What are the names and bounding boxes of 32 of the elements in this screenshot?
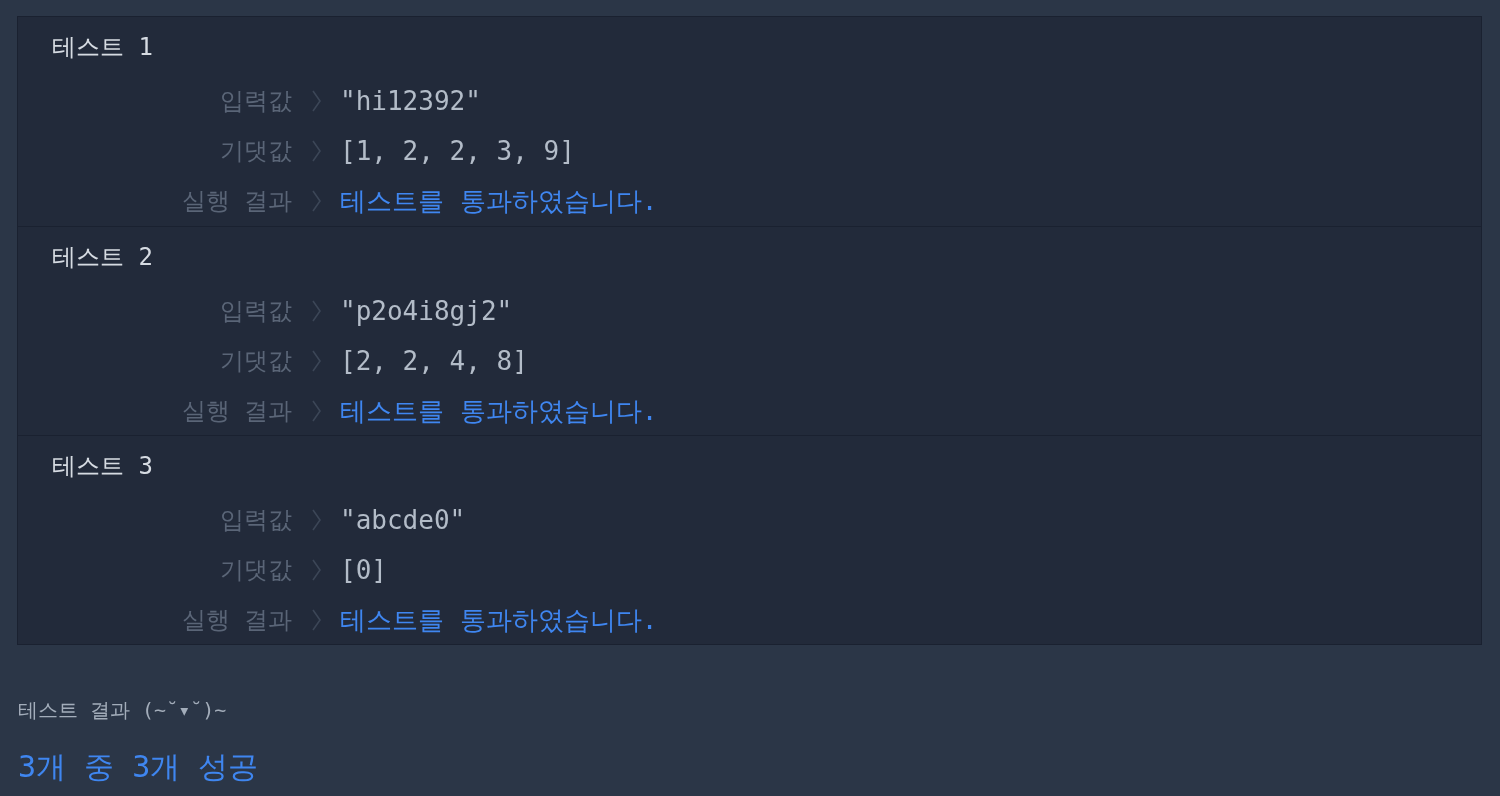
field-value: "p2o4i8gj2" [340,294,513,328]
chevron-icon [311,190,321,212]
test-title: 테스트 3 [52,451,153,482]
field-label: 실행 결과 [180,186,292,217]
result-message: 테스트를 통과하였습니다. [340,184,658,218]
result-message: 테스트를 통과하였습니다. [340,394,658,428]
field-label: 실행 결과 [180,605,292,636]
field-label: 입력값 [219,296,292,327]
field-label: 입력값 [219,86,292,117]
test-title: 테스트 1 [52,32,153,63]
field-label: 실행 결과 [180,396,292,427]
chevron-icon [311,559,321,581]
field-label: 기댓값 [219,555,292,586]
field-value: "abcde0" [340,503,466,537]
chevron-icon [311,300,321,322]
field-label: 입력값 [219,505,292,536]
field-label: 기댓값 [219,136,292,167]
result-message: 테스트를 통과하였습니다. [340,603,658,637]
field-value: "hi12392" [340,84,481,118]
chevron-icon [311,90,321,112]
chevron-icon [311,509,321,531]
field-value: [1, 2, 2, 3, 9] [340,134,575,168]
summary-result: 3개 중 3개 성공 [18,748,260,786]
chevron-icon [311,350,321,372]
field-label: 기댓값 [219,346,292,377]
field-value: [2, 2, 4, 8] [340,344,528,378]
field-value: [0] [340,553,387,587]
chevron-icon [311,609,321,631]
chevron-icon [311,140,321,162]
summary-heading: 테스트 결과 (~˘▾˘)~ [18,697,228,724]
chevron-icon [311,400,321,422]
test-title: 테스트 2 [52,242,153,273]
